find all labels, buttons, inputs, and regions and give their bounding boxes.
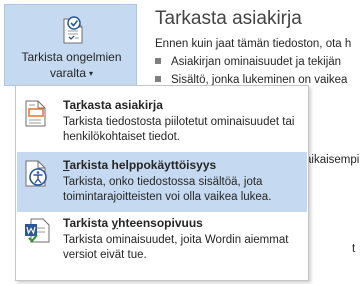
check-for-issues-menu: Tarkasta asiakirja Tarkista tiedostosta …: [15, 85, 309, 281]
accessibility-check-icon: [23, 158, 51, 190]
section-heading: Tarkasta asiakirja: [155, 8, 302, 29]
section-intro: Ennen kuin jaat tämän tiedoston, ota h: [155, 38, 352, 50]
bullet-item: Asiakirjan ominaisuudet ja tekijän: [155, 56, 341, 68]
check-for-issues-button[interactable]: Tarkista ongelmien varalta ▾: [4, 4, 137, 86]
compatibility-check-icon: [23, 216, 51, 248]
check-for-issues-label-2: varalta ▾: [49, 66, 94, 80]
menu-item-title: Tarkista helppokäyttöisyys: [63, 158, 217, 172]
menu-item-title: Tarkista yhteensopivuus: [63, 216, 203, 230]
inspect-document-icon: [23, 98, 51, 130]
document-check-icon: [61, 15, 87, 45]
menu-item-description: Tarkista, onko tiedostossa sisältöä, jot…: [63, 176, 272, 203]
menu-item-check-compatibility[interactable]: Tarkista yhteensopivuus Tarkista ominais…: [17, 210, 307, 270]
check-for-issues-label-1: Tarkista ongelmien: [21, 50, 122, 64]
chevron-down-icon: ▾: [89, 69, 94, 78]
bullet-icon: [155, 58, 161, 64]
partial-text: aikaisempi: [305, 154, 360, 166]
menu-item-inspect-document[interactable]: Tarkasta asiakirja Tarkista tiedostosta …: [17, 92, 307, 152]
menu-item-title: Tarkasta asiakirja: [63, 98, 163, 112]
menu-item-check-accessibility[interactable]: Tarkista helppokäyttöisyys Tarkista, onk…: [17, 152, 307, 212]
menu-item-description: Tarkista tiedostosta piilotetut ominaisu…: [63, 116, 295, 143]
menu-item-description: Tarkista ominaisuudet, joita Wordin aiem…: [63, 234, 289, 261]
bullet-icon: [155, 76, 161, 82]
partial-text: t: [352, 243, 356, 255]
